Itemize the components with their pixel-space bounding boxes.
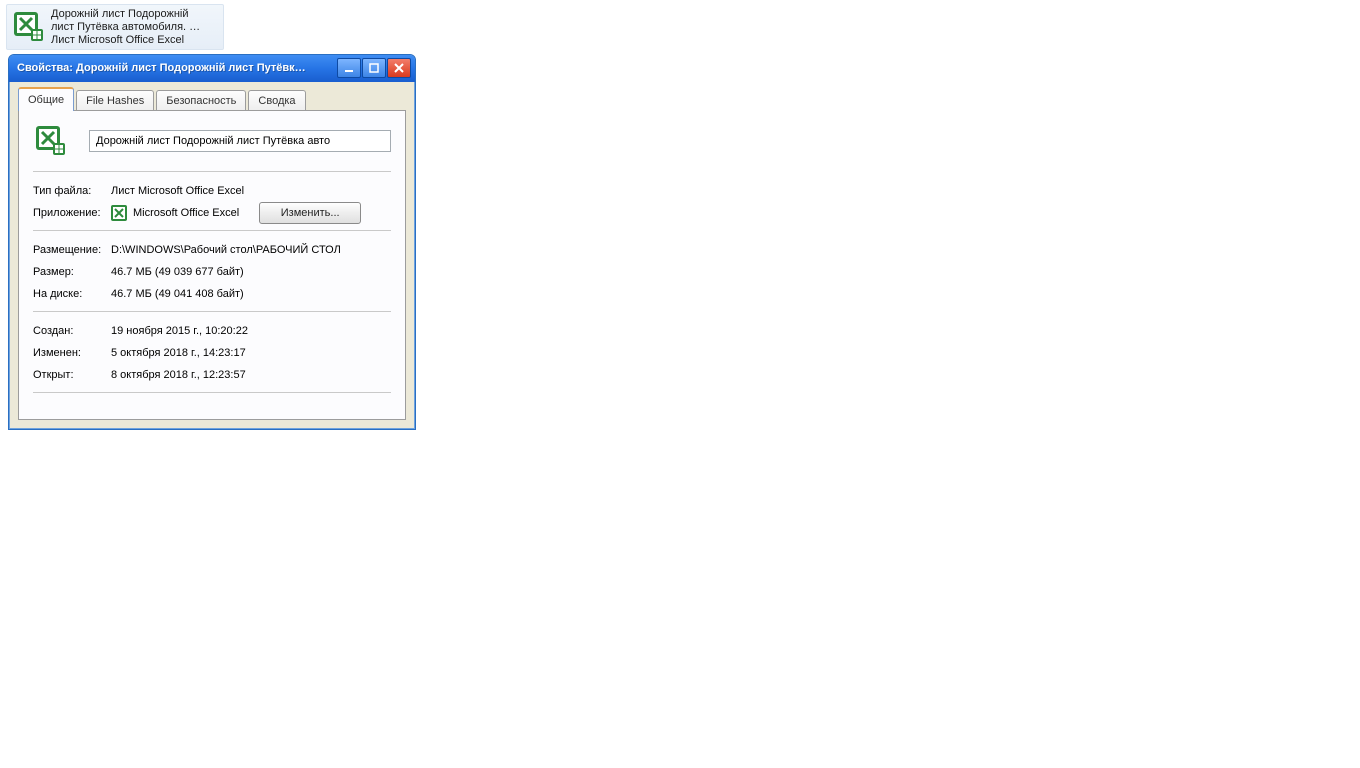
label-location: Размещение: — [33, 244, 111, 256]
label-file-type: Тип файла: — [33, 185, 111, 197]
label-modified: Изменен: — [33, 347, 111, 359]
tab-security[interactable]: Безопасность — [156, 90, 246, 111]
separator — [33, 392, 391, 393]
desktop-file-label-line: лист Путёвка автомобиля. … — [51, 21, 200, 33]
tabs: Общие File Hashes Безопасность Сводка — [18, 89, 406, 111]
separator — [33, 311, 391, 312]
separator — [33, 171, 391, 172]
filename-input[interactable]: Дорожній лист Подорожній лист Путёвка ав… — [89, 130, 391, 152]
desktop-file-item[interactable]: Дорожній лист Подорожній лист Путёвка ав… — [6, 4, 224, 50]
properties-window: Свойства: Дорожній лист Подорожній лист … — [8, 54, 416, 430]
window-controls — [336, 58, 411, 78]
tab-general[interactable]: Общие — [18, 87, 74, 111]
close-button[interactable] — [387, 58, 411, 78]
excel-file-icon — [7, 5, 51, 49]
value-size: 46.7 МБ (49 039 677 байт) — [111, 266, 391, 278]
tab-summary[interactable]: Сводка — [248, 90, 305, 111]
excel-app-icon — [111, 205, 127, 221]
value-file-type: Лист Microsoft Office Excel — [111, 185, 391, 197]
maximize-button[interactable] — [362, 58, 386, 78]
separator — [33, 230, 391, 231]
label-application: Приложение: — [33, 207, 111, 219]
label-size: Размер: — [33, 266, 111, 278]
window-client-area: Общие File Hashes Безопасность Сводка — [12, 83, 412, 426]
tab-panel-general: Дорожній лист Подорожній лист Путёвка ав… — [18, 110, 406, 420]
window-title: Свойства: Дорожній лист Подорожній лист … — [17, 62, 336, 74]
label-created: Создан: — [33, 325, 111, 337]
label-size-on-disk: На диске: — [33, 288, 111, 300]
titlebar[interactable]: Свойства: Дорожній лист Подорожній лист … — [9, 55, 415, 82]
tab-file-hashes[interactable]: File Hashes — [76, 90, 154, 111]
file-type-icon — [33, 123, 69, 159]
value-created: 19 ноября 2015 г., 10:20:22 — [111, 325, 391, 337]
change-app-button[interactable]: Изменить... — [259, 202, 361, 224]
desktop-file-label: Дорожній лист Подорожній лист Путёвка ав… — [51, 5, 223, 50]
value-modified: 5 октября 2018 г., 14:23:17 — [111, 347, 391, 359]
label-accessed: Открыт: — [33, 369, 111, 381]
value-application: Microsoft Office Excel — [133, 207, 239, 219]
value-size-on-disk: 46.7 МБ (49 041 408 байт) — [111, 288, 391, 300]
value-location: D:\WINDOWS\Рабочий стол\РАБОЧИЙ СТОЛ — [111, 244, 391, 256]
value-accessed: 8 октября 2018 г., 12:23:57 — [111, 369, 391, 381]
desktop-file-label-line: Лист Microsoft Office Excel — [51, 34, 184, 46]
minimize-button[interactable] — [337, 58, 361, 78]
filename-text: Дорожній лист Подорожній лист Путёвка ав… — [96, 135, 330, 147]
desktop-file-label-line: Дорожній лист Подорожній — [51, 8, 189, 20]
